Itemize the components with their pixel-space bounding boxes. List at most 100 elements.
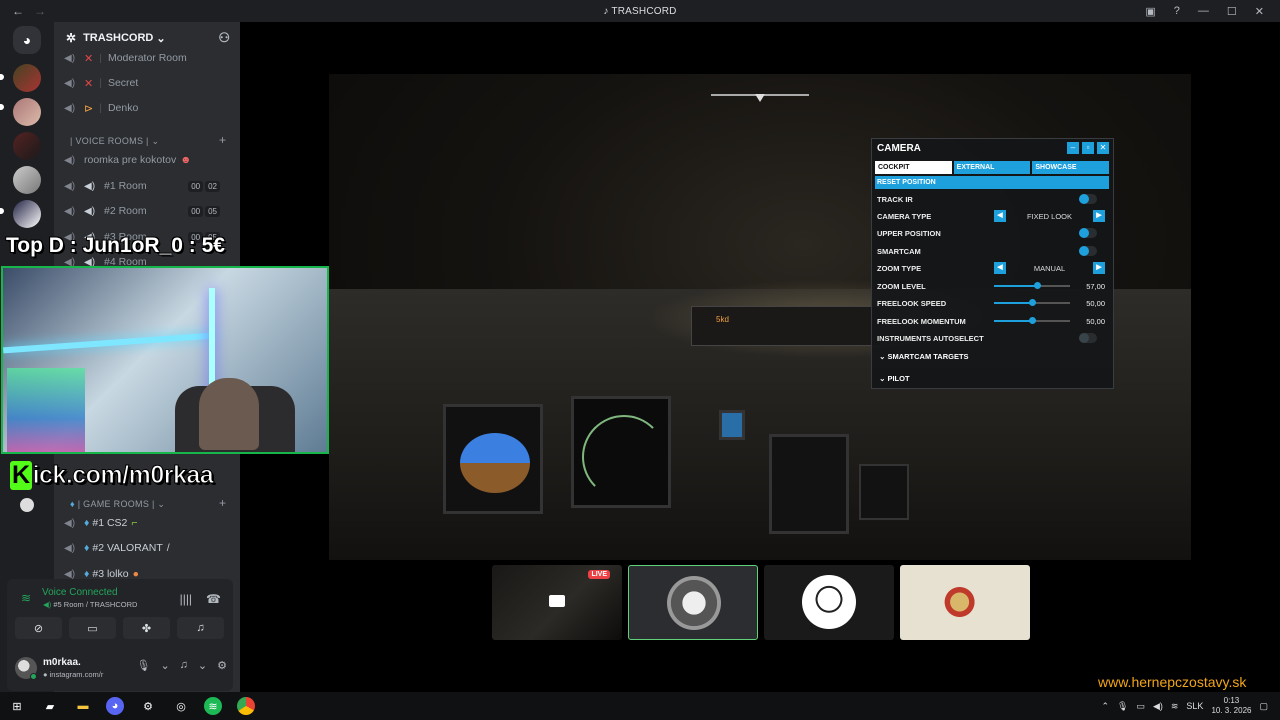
- channel-denko[interactable]: ◀) ⊳ | Denko: [64, 98, 234, 118]
- speaker-icon: ◀): [64, 205, 76, 217]
- microphone-icon[interactable]: 🎙: [136, 659, 150, 672]
- zoom-level-slider[interactable]: [994, 280, 1070, 292]
- popout-icon[interactable]: ▫: [1082, 142, 1094, 154]
- slider-knob[interactable]: [1028, 317, 1036, 324]
- language-indicator[interactable]: SLK: [1186, 701, 1203, 711]
- chrome-icon[interactable]: [237, 697, 255, 715]
- server-icon[interactable]: [13, 64, 41, 92]
- arrow-left-icon[interactable]: ◀: [994, 210, 1006, 222]
- upper-position-toggle[interactable]: [1079, 228, 1097, 238]
- slider-knob[interactable]: [1033, 282, 1041, 289]
- date: 10. 3. 2026: [1211, 706, 1252, 715]
- obs-icon[interactable]: ◎: [172, 697, 190, 715]
- activities-button[interactable]: ✤: [123, 617, 170, 639]
- participant-strip: LIVE: [492, 565, 1030, 640]
- file-icon[interactable]: ▰: [41, 697, 59, 715]
- clock[interactable]: 0:13 10. 3. 2026: [1211, 696, 1251, 716]
- add-channel-icon[interactable]: +: [219, 133, 226, 147]
- smartcam-targets-section[interactable]: ⌄ SMARTCAM TARGETS: [877, 348, 1109, 364]
- pilot-section[interactable]: ⌄ PILOT: [877, 370, 1109, 386]
- steam-icon[interactable]: ⚙: [139, 697, 157, 715]
- spotify-icon[interactable]: ≋: [204, 697, 222, 715]
- stream-thumbnail[interactable]: LIVE: [492, 565, 622, 640]
- title-bar: ← → ♪ TRASHCORD ▣ ? — ☐ ✕: [0, 0, 1280, 22]
- voice-location: ◀) #5 Room / TRASHCORD: [43, 600, 137, 609]
- tab-showcase[interactable]: SHOWCASE: [1032, 161, 1110, 174]
- add-channel-icon[interactable]: +: [219, 496, 226, 510]
- primary-flight-display: [443, 404, 543, 514]
- system-tray: ⌃ 🎙 ▭ ◀) ≋ SLK 0:13 10. 3. 2026 ▢: [1101, 692, 1268, 720]
- signal-icon[interactable]: ≋: [21, 591, 31, 605]
- file-explorer-icon[interactable]: ▬: [74, 697, 92, 715]
- inbox-icon[interactable]: ▣: [1145, 5, 1155, 18]
- server-icon[interactable]: [13, 132, 41, 160]
- server-header[interactable]: ✲ TRASHCORD ⌄ ⚇: [54, 22, 240, 54]
- disconnect-icon[interactable]: ☎: [206, 592, 221, 606]
- help-icon[interactable]: ?: [1174, 5, 1180, 17]
- instruments-autoselect-toggle[interactable]: [1079, 333, 1097, 343]
- channel-secret[interactable]: ◀) ✕ | Secret: [64, 73, 234, 93]
- screen-share-button[interactable]: ▭: [69, 617, 116, 639]
- smartcam-toggle[interactable]: [1079, 246, 1097, 256]
- channel-room-2[interactable]: ◀) ◀) #2 Room 00 05: [64, 201, 234, 221]
- row-label: FREELOOK SPEED: [877, 298, 947, 308]
- channel-room-1[interactable]: ◀) ◀) #1 Room 00 02: [64, 176, 234, 196]
- voice-rooms-category[interactable]: | VOICE ROOMS | ⌄: [70, 136, 159, 147]
- close-icon[interactable]: ✕: [1097, 142, 1109, 154]
- notification-icon[interactable]: ▢: [1259, 701, 1268, 712]
- channel-valorant[interactable]: ◀) ♦ #2 VALORANT /: [64, 538, 234, 558]
- settings-gear-icon[interactable]: ⚙: [217, 659, 227, 672]
- close-icon[interactable]: ✕: [1255, 5, 1264, 18]
- discord-icon[interactable]: ◕: [106, 697, 124, 715]
- freelook-momentum-slider[interactable]: [994, 315, 1070, 327]
- speaker-icon: ◀): [84, 205, 96, 217]
- server-icon[interactable]: [13, 200, 41, 228]
- headphones-icon[interactable]: ♫: [180, 659, 188, 672]
- invite-user-icon[interactable]: ⚇: [218, 30, 230, 46]
- chevron-up-icon[interactable]: ⌃: [1101, 701, 1109, 712]
- minimize-icon[interactable]: —: [1198, 5, 1209, 17]
- participant-tile[interactable]: [900, 565, 1030, 640]
- compass-arc: [582, 415, 666, 499]
- camera-off-button[interactable]: ⊘: [15, 617, 62, 639]
- track-ir-toggle[interactable]: [1079, 194, 1097, 204]
- discord-home-icon[interactable]: ◕: [13, 26, 41, 54]
- channel-cs2[interactable]: ◀) ♦ #1 CS2 ⌐: [64, 513, 234, 533]
- arrow-left-icon[interactable]: ◀: [994, 262, 1006, 274]
- camera-type-select: ◀ FIXED LOOK ▶: [994, 210, 1105, 222]
- avatar: [802, 575, 856, 629]
- reset-position-button[interactable]: RESET POSITION: [875, 176, 1109, 189]
- volume-icon[interactable]: ◀): [1153, 701, 1163, 712]
- username[interactable]: m0rkaa.: [43, 657, 81, 668]
- camera-settings-panel: CAMERA – ▫ ✕ COCKPIT EXTERNAL SHOWCASE R…: [871, 138, 1114, 389]
- channel-roomka[interactable]: ◀) roomka pre kokotov ☻: [64, 150, 234, 170]
- slider-knob[interactable]: [1028, 299, 1036, 306]
- chevron-down-icon[interactable]: ⌄: [198, 659, 207, 672]
- row-label: ZOOM LEVEL: [877, 281, 926, 291]
- windows-start-icon[interactable]: ⊞: [8, 697, 26, 715]
- wifi-icon[interactable]: ≋: [1171, 701, 1179, 712]
- arrow-right-icon[interactable]: ▶: [1093, 262, 1105, 274]
- tab-external[interactable]: EXTERNAL: [953, 161, 1031, 174]
- participant-tile[interactable]: [764, 565, 894, 640]
- microphone-icon[interactable]: 🎙: [1117, 701, 1128, 712]
- count-limit: 02: [205, 180, 220, 192]
- noise-suppression-icon[interactable]: ||||: [180, 592, 192, 606]
- live-badge: LIVE: [588, 570, 610, 579]
- maximize-icon[interactable]: ☐: [1227, 5, 1237, 18]
- discover-icon[interactable]: [20, 498, 34, 512]
- network-icon[interactable]: ▭: [1136, 701, 1145, 712]
- time: 0:13: [1223, 696, 1240, 705]
- freelook-speed-slider[interactable]: [994, 297, 1070, 309]
- voice-connection-panel: ≋ Voice Connected ◀) #5 Room / TRASHCORD…: [7, 579, 233, 691]
- participant-tile-selected[interactable]: [628, 565, 758, 640]
- minimize-icon[interactable]: –: [1067, 142, 1079, 154]
- voice-status[interactable]: Voice Connected: [42, 587, 118, 598]
- arrow-right-icon[interactable]: ▶: [1093, 210, 1105, 222]
- tab-cockpit[interactable]: COCKPIT: [875, 161, 952, 174]
- game-rooms-category[interactable]: ♦ | GAME ROOMS | ⌄: [70, 499, 165, 510]
- chevron-down-icon[interactable]: ⌄: [160, 659, 169, 672]
- server-icon[interactable]: [13, 98, 41, 126]
- soundboard-button[interactable]: ♫: [177, 617, 224, 639]
- server-icon[interactable]: [13, 166, 41, 194]
